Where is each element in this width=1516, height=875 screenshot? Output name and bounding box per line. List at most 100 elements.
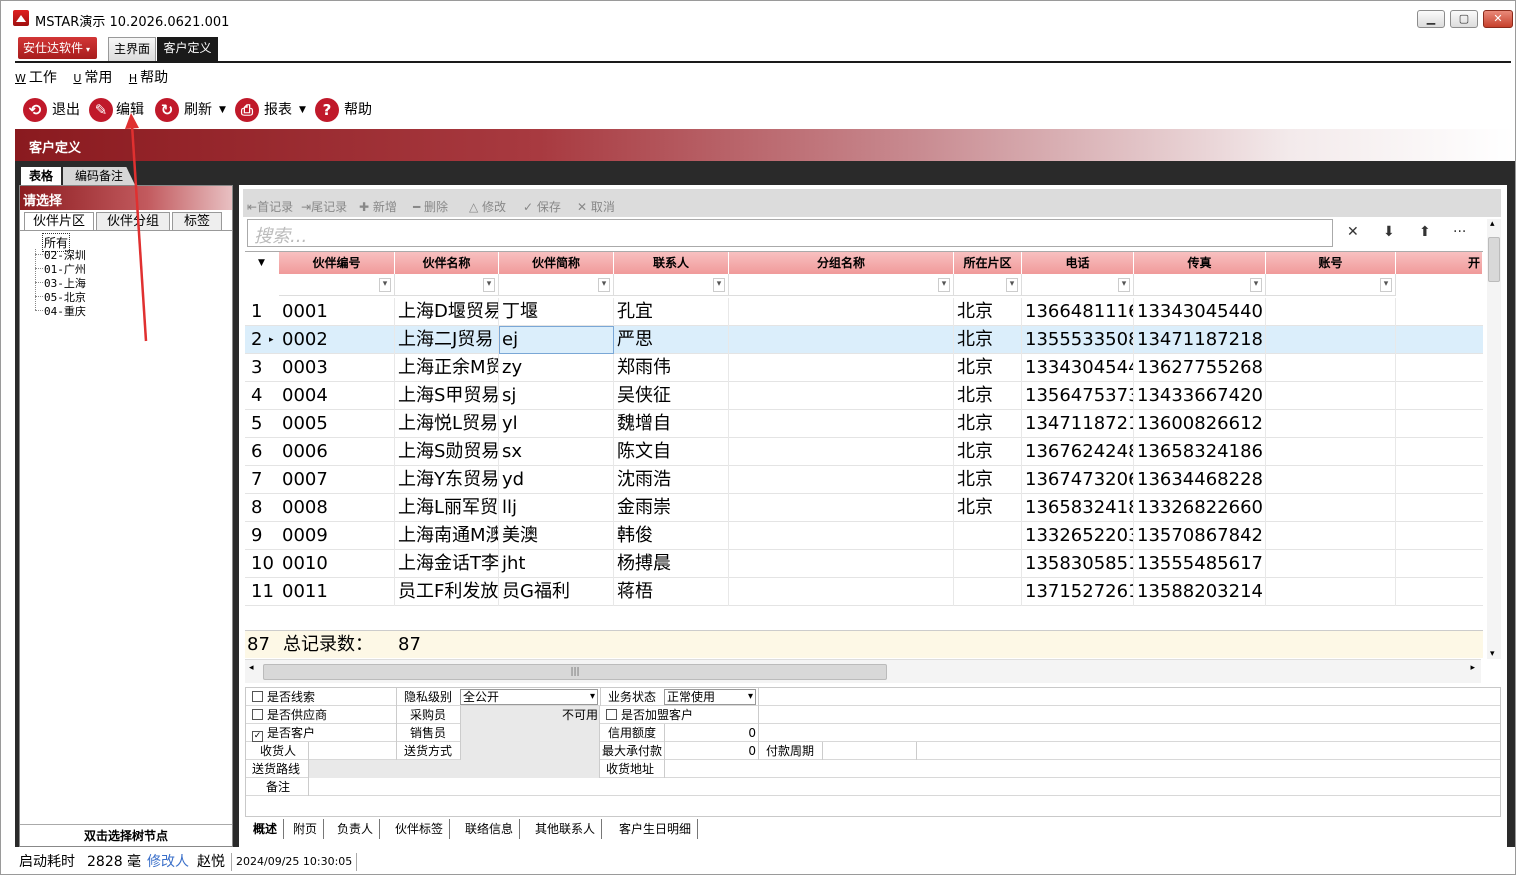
table-row[interactable]: 9 0009上海南通M澳美澳韩俊 1332652203013570867842 [245, 522, 1483, 550]
seller-field[interactable] [460, 724, 600, 742]
table-cell[interactable] [954, 550, 1022, 578]
table-cell[interactable]: 0011 [279, 578, 395, 606]
table-cell[interactable]: 13588203214 [1134, 578, 1266, 606]
save-record-button[interactable]: ✓ 保存 [523, 198, 561, 215]
table-cell[interactable]: 严思 [614, 326, 729, 354]
software-menu-button[interactable]: 安仕达软件 ▾ [18, 37, 97, 59]
table-row[interactable]: 7 0007上海Y东贸易yd沈雨浩 北京1367473206213634468228 [245, 466, 1483, 494]
table-cell[interactable]: 13715272610 [1022, 578, 1134, 606]
close-button[interactable]: ✕ [1483, 10, 1513, 28]
table-cell[interactable] [954, 578, 1022, 606]
table-cell[interactable]: 北京 [954, 382, 1022, 410]
table-cell[interactable]: 上海L丽军贸 [395, 494, 499, 522]
tab-customer-definition[interactable]: 客户定义 [157, 37, 218, 61]
table-cell[interactable]: 13555485617 [1134, 550, 1266, 578]
table-cell[interactable]: 13326522030 [1022, 522, 1134, 550]
table-cell[interactable]: 13674732062 [1022, 466, 1134, 494]
last-record-button[interactable]: ⇥尾记录 [301, 198, 347, 215]
table-cell[interactable]: 13555335088 [1022, 326, 1134, 354]
scroll-left-icon[interactable]: ◂ [249, 663, 254, 673]
is-customer-checkbox[interactable]: ✓ 是否客户 [252, 724, 315, 742]
table-cell[interactable]: 13343045440 [1022, 354, 1134, 382]
delete-record-button[interactable]: ━ 删除 [413, 198, 448, 215]
table-cell[interactable]: 杨搏晨 [614, 550, 729, 578]
modify-record-button[interactable]: △ 修改 [469, 198, 506, 215]
tab-code-note[interactable]: 编码备注 [63, 167, 135, 185]
menu-work[interactable]: W 工作 [15, 67, 57, 87]
menu-help[interactable]: H 帮助 [129, 67, 168, 87]
table-cell[interactable]: ej [499, 326, 614, 354]
table-cell[interactable] [1266, 410, 1396, 438]
table-cell[interactable]: 13343045440 [1134, 298, 1266, 326]
biz-status-select[interactable]: 正常使用 [664, 689, 756, 705]
column-header[interactable]: 账号 [1266, 252, 1396, 274]
table-cell[interactable]: jht [499, 550, 614, 578]
table-cell[interactable] [1266, 522, 1396, 550]
table-cell[interactable] [1266, 550, 1396, 578]
tab-main[interactable]: 主界面 [108, 37, 156, 61]
credit-input[interactable]: 0 [666, 724, 756, 742]
table-cell[interactable]: 0004 [279, 382, 395, 410]
add-record-button[interactable]: ✚ 新增 [359, 198, 397, 215]
is-franchise-checkbox[interactable]: 是否加盟客户 [606, 706, 693, 724]
table-row[interactable]: 1 0001上海D堰贸易丁堰孔宜 北京1366481116213343045440 [245, 298, 1483, 326]
table-cell[interactable]: 北京 [954, 494, 1022, 522]
table-cell[interactable]: 北京 [954, 466, 1022, 494]
table-cell[interactable] [729, 550, 954, 578]
tree-node[interactable]: 04-重庆 [44, 303, 86, 319]
table-cell[interactable] [1266, 438, 1396, 466]
table-cell[interactable] [729, 382, 954, 410]
tab-tags[interactable]: 标签 [172, 212, 222, 231]
horizontal-scrollbar[interactable]: ◂ ||| ▸ [245, 659, 1481, 683]
table-cell[interactable]: 0003 [279, 354, 395, 382]
table-cell[interactable]: 0007 [279, 466, 395, 494]
table-cell[interactable] [1266, 494, 1396, 522]
table-cell[interactable]: 上海D堰贸易 [395, 298, 499, 326]
column-filter[interactable] [954, 274, 1022, 296]
table-cell[interactable]: 丁堰 [499, 298, 614, 326]
table-row[interactable]: 100010上海金话T李jht杨搏晨 1358305851013555485617 [245, 550, 1483, 578]
table-row[interactable]: 110011员工F利发放员G福利蒋梧 1371527261013588203214 [245, 578, 1483, 606]
table-cell[interactable]: sj [499, 382, 614, 410]
tab-partner-tags[interactable]: 伙伴标签 [389, 819, 451, 839]
column-filter[interactable] [279, 274, 395, 296]
column-header[interactable]: 联系人 [614, 252, 729, 274]
table-cell[interactable]: 沈雨浩 [614, 466, 729, 494]
scroll-up-icon[interactable]: ▴ [1490, 219, 1495, 229]
table-cell[interactable]: 0002 [279, 326, 395, 354]
column-header[interactable]: 开 [1396, 252, 1483, 274]
first-record-button[interactable]: ⇤首记录 [247, 198, 293, 215]
report-button[interactable]: ⎙ 报表 ▼ [235, 95, 307, 125]
table-cell[interactable]: 13600826612 [1134, 410, 1266, 438]
table-cell[interactable]: 13471187218 [1134, 326, 1266, 354]
table-cell[interactable]: 上海Y东贸易 [395, 466, 499, 494]
is-supplier-checkbox[interactable]: 是否供应商 [252, 706, 327, 724]
tab-partner-group[interactable]: 伙伴分组 [96, 212, 170, 231]
table-row[interactable]: 5 0005上海悦L贸易yl魏增自 北京1347118721813600826612 [245, 410, 1483, 438]
table-cell[interactable]: 上海正余M贸 [395, 354, 499, 382]
column-filter[interactable] [1022, 274, 1134, 296]
table-cell[interactable] [729, 326, 954, 354]
column-filter[interactable] [1134, 274, 1266, 296]
search-up-icon[interactable]: ⬆ [1419, 224, 1431, 240]
minimize-button[interactable]: ▁ [1417, 10, 1445, 28]
table-cell[interactable] [729, 522, 954, 550]
table-cell[interactable]: 孔宜 [614, 298, 729, 326]
more-options-icon[interactable]: ··· [1453, 224, 1466, 240]
table-cell[interactable] [729, 410, 954, 438]
table-cell[interactable]: 上海金话T李 [395, 550, 499, 578]
tab-birthday-details[interactable]: 客户生日明细 [613, 819, 699, 839]
column-filter[interactable] [499, 274, 614, 296]
table-cell[interactable]: 美澳 [499, 522, 614, 550]
refresh-button[interactable]: ↻ 刷新 ▼ [155, 95, 227, 125]
privacy-select[interactable]: 全公开 [460, 689, 598, 705]
table-cell[interactable]: 13570867842 [1134, 522, 1266, 550]
table-cell[interactable]: 郑雨伟 [614, 354, 729, 382]
table-row[interactable]: 3 0003上海正余M贸zy郑雨伟 北京1334304544013627755268 [245, 354, 1483, 382]
scroll-right-icon[interactable]: ▸ [1470, 663, 1475, 673]
vertical-scrollbar[interactable]: ▴ ▾ [1487, 219, 1501, 659]
table-cell[interactable]: 蒋梧 [614, 578, 729, 606]
menu-common[interactable]: U 常用 [73, 67, 112, 87]
table-cell[interactable]: zy [499, 354, 614, 382]
search-down-icon[interactable]: ⬇ [1383, 224, 1395, 240]
